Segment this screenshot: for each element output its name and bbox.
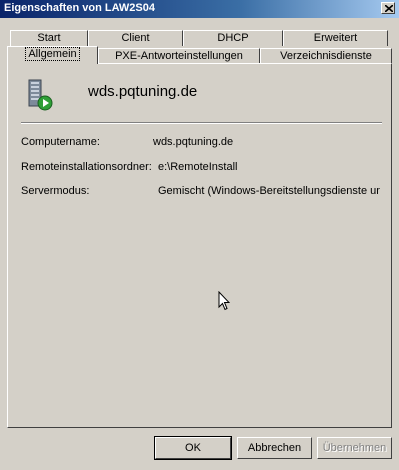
- remoteinstallationsordner-value: e:\RemoteInstall: [158, 161, 238, 173]
- computername-value: wds.pqtuning.de: [153, 136, 234, 148]
- tab-label: Start: [37, 32, 61, 44]
- tab-label: PXE-Antworteinstellungen: [115, 50, 243, 62]
- close-button[interactable]: [381, 2, 395, 14]
- servermodus-label: Servermodus:: [21, 185, 90, 197]
- tab-dhcp[interactable]: DHCP: [183, 30, 283, 46]
- mouse-cursor-icon: [218, 291, 230, 311]
- tab-label: Client: [121, 32, 150, 44]
- title-bar: Eigenschaften von LAW2S04: [0, 0, 399, 18]
- tab-label: Allgemein: [25, 47, 80, 61]
- cancel-button[interactable]: Abbrechen: [237, 437, 312, 459]
- tab-label: Erweitert: [313, 32, 358, 44]
- tab-erweitert[interactable]: Erweitert: [283, 30, 388, 46]
- tab-allgemein[interactable]: Allgemein: [7, 46, 98, 64]
- tab-verzeichnisdienste[interactable]: Verzeichnisdienste: [260, 48, 392, 64]
- separator: [21, 122, 382, 124]
- apply-button-label: Übernehmen: [322, 442, 387, 454]
- ok-button-label: OK: [185, 442, 201, 454]
- tab-panel-allgemein: wds.pqtuning.de Computername: wds.pqtuni…: [7, 63, 392, 428]
- remoteinstallationsordner-label: Remoteinstallationsordner:: [21, 161, 152, 173]
- ok-button[interactable]: OK: [154, 436, 232, 460]
- server-name-heading: wds.pqtuning.de: [88, 83, 198, 100]
- close-icon: [385, 5, 393, 12]
- tab-pxe-antworteinstellungen[interactable]: PXE-Antworteinstellungen: [98, 48, 260, 64]
- apply-button: Übernehmen: [317, 437, 392, 459]
- window-title: Eigenschaften von LAW2S04: [4, 2, 155, 14]
- tab-start[interactable]: Start: [10, 30, 88, 46]
- computername-label: Computername:: [21, 136, 100, 148]
- server-icon: [28, 79, 53, 111]
- servermodus-value: Gemischt (Windows-Bereitstellungsdienste…: [158, 185, 380, 197]
- tab-label: Verzeichnisdienste: [280, 50, 372, 62]
- tab-client[interactable]: Client: [88, 30, 183, 46]
- tab-label: DHCP: [217, 32, 249, 44]
- cancel-button-label: Abbrechen: [247, 442, 302, 454]
